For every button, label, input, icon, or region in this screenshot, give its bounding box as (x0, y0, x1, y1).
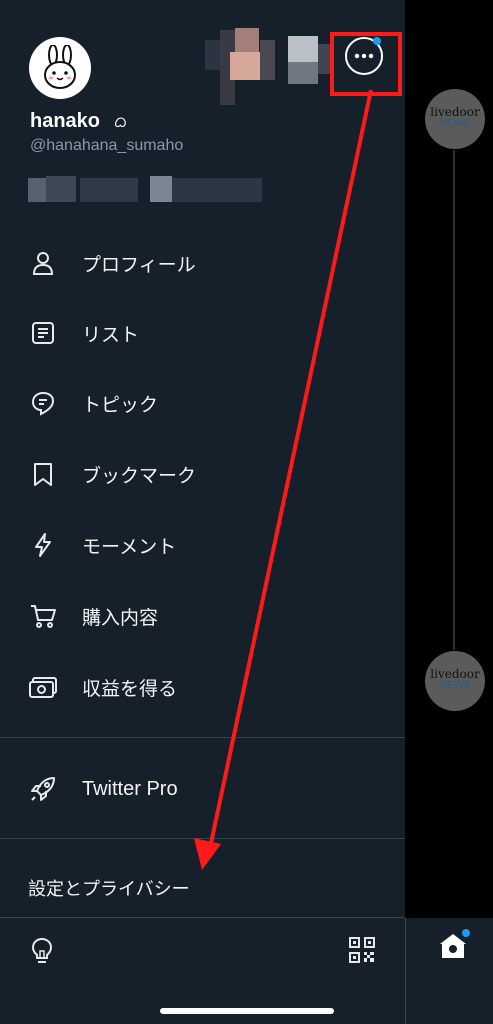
menu-item-bookmarks[interactable]: ブックマーク (0, 444, 405, 504)
menu-item-label: 収益を得る (82, 677, 178, 700)
side-drawer: hanako ᜊ @hanahana_sumaho プロフィール リスト トピッ… (0, 0, 405, 1024)
profile-name-emoji: ᜊ (114, 113, 127, 131)
news-avatar-line1: livedoor (430, 667, 480, 681)
menu-item-label: プロフィール (82, 253, 196, 276)
menu-item-lists[interactable]: リスト (0, 303, 405, 363)
menu-item-label: リスト (82, 323, 140, 346)
topic-icon (28, 388, 58, 418)
menu-item-topics[interactable]: トピック (0, 373, 405, 433)
avatar[interactable] (29, 37, 91, 99)
menu-item-label: Twitter Pro (82, 777, 178, 800)
settings-and-privacy-link[interactable]: 設定とプライバシー (28, 875, 190, 901)
person-icon (28, 248, 58, 278)
profile-name[interactable]: hanako (30, 110, 100, 133)
menu-item-purchases[interactable]: 購入内容 (0, 586, 405, 646)
menu-item-label: 購入内容 (82, 606, 159, 629)
news-avatar[interactable]: livedoor NEWS (425, 89, 485, 149)
bookmark-icon (28, 459, 58, 489)
menu-item-profile[interactable]: プロフィール (0, 233, 405, 293)
notification-dot (462, 929, 470, 937)
news-avatar-line2: NEWS (440, 118, 470, 129)
lightning-icon (28, 530, 58, 560)
menu-item-label: トピック (82, 393, 159, 416)
menu-item-twitter-pro[interactable]: Twitter Pro (0, 759, 405, 819)
menu-divider (0, 838, 405, 839)
bottom-divider (0, 917, 405, 918)
news-avatar-line2: NEWS (440, 680, 470, 691)
home-icon[interactable] (438, 932, 468, 964)
cart-icon (28, 601, 58, 631)
rocket-icon (28, 774, 58, 804)
menu-item-monetization[interactable]: 収益を得る (0, 657, 405, 717)
qr-code-icon[interactable] (349, 937, 375, 967)
menu-item-moments[interactable]: モーメント (0, 515, 405, 575)
news-avatar-line1: livedoor (430, 105, 480, 119)
lightbulb-icon[interactable] (30, 937, 54, 969)
profile-handle[interactable]: @hanahana_sumaho (30, 137, 183, 155)
list-icon (28, 318, 58, 348)
menu-item-label: モーメント (82, 535, 177, 558)
news-avatar[interactable]: livedoor NEWS (425, 651, 485, 711)
money-icon (28, 672, 58, 702)
annotation-highlight-box (330, 32, 402, 96)
home-indicator[interactable] (160, 1008, 334, 1014)
menu-item-label: ブックマーク (82, 464, 197, 487)
menu-divider (0, 737, 405, 738)
thread-line (453, 150, 455, 650)
rabbit-avatar-icon (44, 45, 76, 89)
